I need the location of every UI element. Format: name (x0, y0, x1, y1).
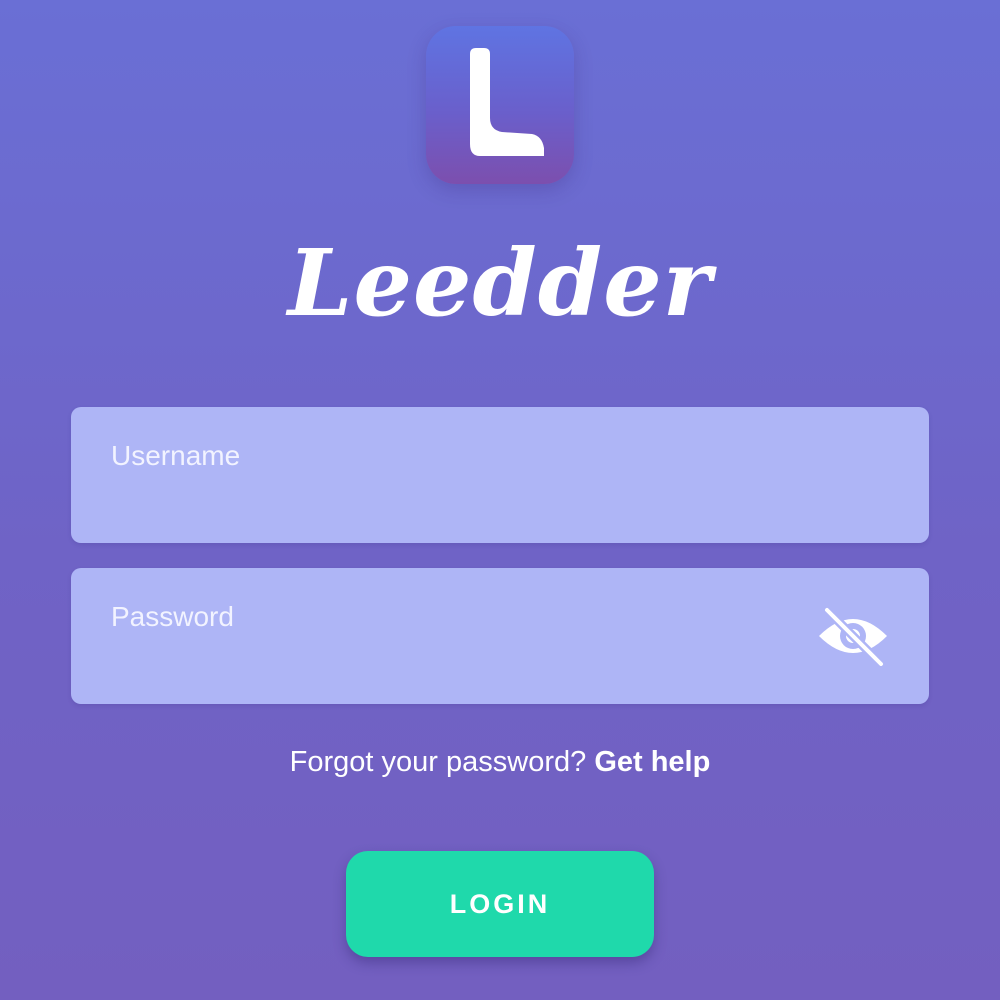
username-input[interactable] (109, 435, 813, 477)
login-button[interactable]: LOGIN (346, 851, 654, 957)
brand-logo-icon (470, 48, 544, 156)
forgot-password-text: Forgot your password? (289, 746, 595, 778)
password-visibility-toggle[interactable] (815, 605, 891, 669)
username-field[interactable] (71, 407, 929, 543)
get-help-link[interactable]: Get help (594, 746, 710, 778)
forgot-password-row: Forgot your password? Get help (0, 742, 1000, 782)
password-field[interactable] (71, 568, 929, 704)
app-title: Leedder (287, 229, 713, 337)
password-input[interactable] (109, 596, 813, 638)
eye-slash-icon (819, 605, 887, 669)
app-logo (426, 26, 574, 184)
